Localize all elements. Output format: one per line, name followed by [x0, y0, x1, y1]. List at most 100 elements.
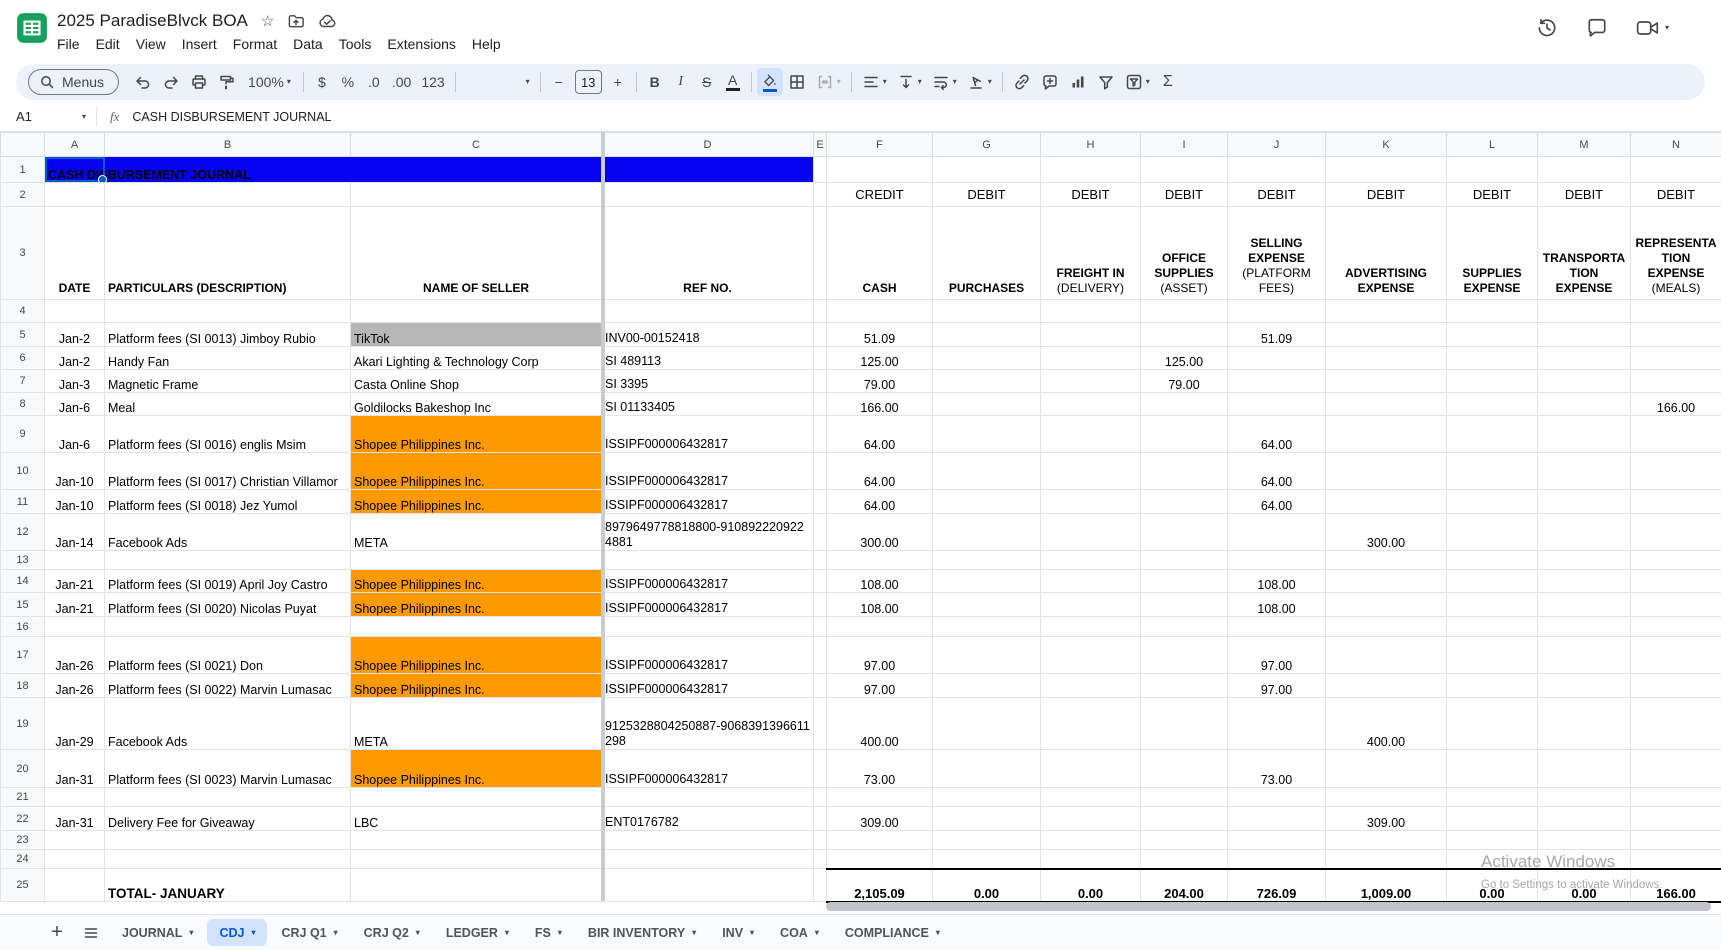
- cell-C22[interactable]: LBC: [350, 806, 602, 831]
- meet-button[interactable]: ▾: [1636, 17, 1669, 39]
- zoom-select[interactable]: 100% ▾: [241, 68, 298, 96]
- cell-G7[interactable]: [932, 369, 1041, 393]
- cell-I1[interactable]: [1140, 156, 1228, 183]
- menu-help[interactable]: Help: [464, 34, 509, 54]
- text-color-button[interactable]: A: [720, 68, 746, 96]
- cell-N25[interactable]: 166.00: [1630, 867, 1721, 903]
- cell-J7[interactable]: [1227, 369, 1326, 393]
- cell-I6[interactable]: 125.00: [1140, 346, 1228, 370]
- cell-D6[interactable]: SI 489113: [601, 346, 814, 370]
- cell-L8[interactable]: [1446, 392, 1538, 416]
- row-header-16[interactable]: 16: [0, 616, 45, 637]
- cell-G17[interactable]: [932, 636, 1041, 674]
- cell-E25[interactable]: [813, 868, 827, 902]
- cell-E6[interactable]: [813, 346, 827, 370]
- cell-I14[interactable]: [1140, 569, 1228, 593]
- cell-K19[interactable]: 400.00: [1325, 697, 1447, 750]
- cell-A18[interactable]: Jan-26: [44, 673, 105, 698]
- insert-chart-button[interactable]: [1064, 68, 1092, 96]
- row-header-23[interactable]: 23: [0, 830, 45, 850]
- cell-J11[interactable]: 64.00: [1227, 489, 1326, 514]
- cell-J13[interactable]: [1227, 550, 1326, 570]
- cell-I25[interactable]: 204.00: [1140, 867, 1228, 903]
- cell-A15[interactable]: Jan-21: [44, 592, 105, 617]
- cell-E10[interactable]: [813, 452, 827, 490]
- column-header-H[interactable]: H: [1040, 132, 1141, 157]
- cell-K18[interactable]: [1325, 673, 1447, 698]
- cell-D13[interactable]: [601, 550, 814, 570]
- cell-H2[interactable]: DEBIT: [1040, 182, 1141, 207]
- cell-C14[interactable]: Shopee Philippines Inc.: [350, 569, 602, 593]
- cell-F15[interactable]: 108.00: [826, 592, 933, 617]
- row-header-15[interactable]: 15: [0, 592, 45, 617]
- version-history-button[interactable]: [1536, 17, 1558, 39]
- cell-D2[interactable]: [601, 182, 814, 207]
- cell-J21[interactable]: [1227, 787, 1326, 807]
- cell-H13[interactable]: [1040, 550, 1141, 570]
- cell-L13[interactable]: [1446, 550, 1538, 570]
- sheets-logo-icon[interactable]: [16, 12, 48, 44]
- cell-K9[interactable]: [1325, 415, 1447, 453]
- cell-H7[interactable]: [1040, 369, 1141, 393]
- format-currency-button[interactable]: $: [309, 68, 335, 96]
- cell-I17[interactable]: [1140, 636, 1228, 674]
- cell-G22[interactable]: [932, 806, 1041, 831]
- cell-B11[interactable]: Platform fees (SI 0018) Jez Yumol: [104, 489, 351, 514]
- cell-E3[interactable]: [813, 206, 827, 300]
- cell-L21[interactable]: [1446, 787, 1538, 807]
- print-button[interactable]: [185, 68, 213, 96]
- cell-B25[interactable]: TOTAL- JANUARY: [104, 868, 351, 902]
- cell-J19[interactable]: [1227, 697, 1326, 750]
- cell-G4[interactable]: [932, 299, 1041, 323]
- cell-E15[interactable]: [813, 592, 827, 617]
- row-header-24[interactable]: 24: [0, 849, 45, 869]
- cell-A21[interactable]: [44, 787, 105, 807]
- cell-J6[interactable]: [1227, 346, 1326, 370]
- cell-C11[interactable]: Shopee Philippines Inc.: [350, 489, 602, 514]
- cell-H3[interactable]: FREIGHT IN (DELIVERY): [1040, 206, 1141, 300]
- cell-J5[interactable]: 51.09: [1227, 322, 1326, 347]
- cell-H5[interactable]: [1040, 322, 1141, 347]
- cell-G19[interactable]: [932, 697, 1041, 750]
- cell-M23[interactable]: [1537, 830, 1631, 850]
- cell-L19[interactable]: [1446, 697, 1538, 750]
- column-header-N[interactable]: N: [1630, 132, 1721, 157]
- cell-A17[interactable]: Jan-26: [44, 636, 105, 674]
- cell-A2[interactable]: [44, 182, 105, 207]
- cell-H16[interactable]: [1040, 616, 1141, 637]
- cell-F3[interactable]: CASH: [826, 206, 933, 300]
- column-header-C[interactable]: C: [350, 132, 602, 157]
- cell-D15[interactable]: ISSIPF000006432817: [601, 592, 814, 617]
- cell-I20[interactable]: [1140, 749, 1228, 788]
- cell-C18[interactable]: Shopee Philippines Inc.: [350, 673, 602, 698]
- add-sheet-button[interactable]: +: [42, 918, 72, 948]
- cell-D5[interactable]: INV00-00152418: [601, 322, 814, 347]
- row-header-8[interactable]: 8: [0, 392, 45, 416]
- cell-C23[interactable]: [350, 830, 602, 850]
- cell-C5[interactable]: TikTok: [350, 322, 602, 347]
- frozen-pane-divider[interactable]: [601, 132, 605, 901]
- cell-G9[interactable]: [932, 415, 1041, 453]
- cell-L5[interactable]: [1446, 322, 1538, 347]
- cell-N18[interactable]: [1630, 673, 1721, 698]
- cell-C24[interactable]: [350, 849, 602, 869]
- cell-E22[interactable]: [813, 806, 827, 831]
- cell-M6[interactable]: [1537, 346, 1631, 370]
- cell-K5[interactable]: [1325, 322, 1447, 347]
- column-header-K[interactable]: K: [1325, 132, 1447, 157]
- cell-L18[interactable]: [1446, 673, 1538, 698]
- cell-C19[interactable]: META: [350, 697, 602, 750]
- column-header-J[interactable]: J: [1227, 132, 1326, 157]
- increase-decimals-button[interactable]: .00: [387, 68, 416, 96]
- cell-C9[interactable]: Shopee Philippines Inc.: [350, 415, 602, 453]
- italic-button[interactable]: I: [668, 68, 694, 96]
- cell-M3[interactable]: TRANSPORTATION EXPENSE: [1537, 206, 1631, 300]
- cell-B6[interactable]: Handy Fan: [104, 346, 351, 370]
- cell-J9[interactable]: 64.00: [1227, 415, 1326, 453]
- cell-N3[interactable]: REPRESENTATION EXPENSE (MEALS): [1630, 206, 1721, 300]
- cell-L25[interactable]: 0.00: [1446, 867, 1538, 903]
- cell-K24[interactable]: [1325, 849, 1447, 869]
- cell-M24[interactable]: [1537, 849, 1631, 869]
- cell-I18[interactable]: [1140, 673, 1228, 698]
- column-header-I[interactable]: I: [1140, 132, 1228, 157]
